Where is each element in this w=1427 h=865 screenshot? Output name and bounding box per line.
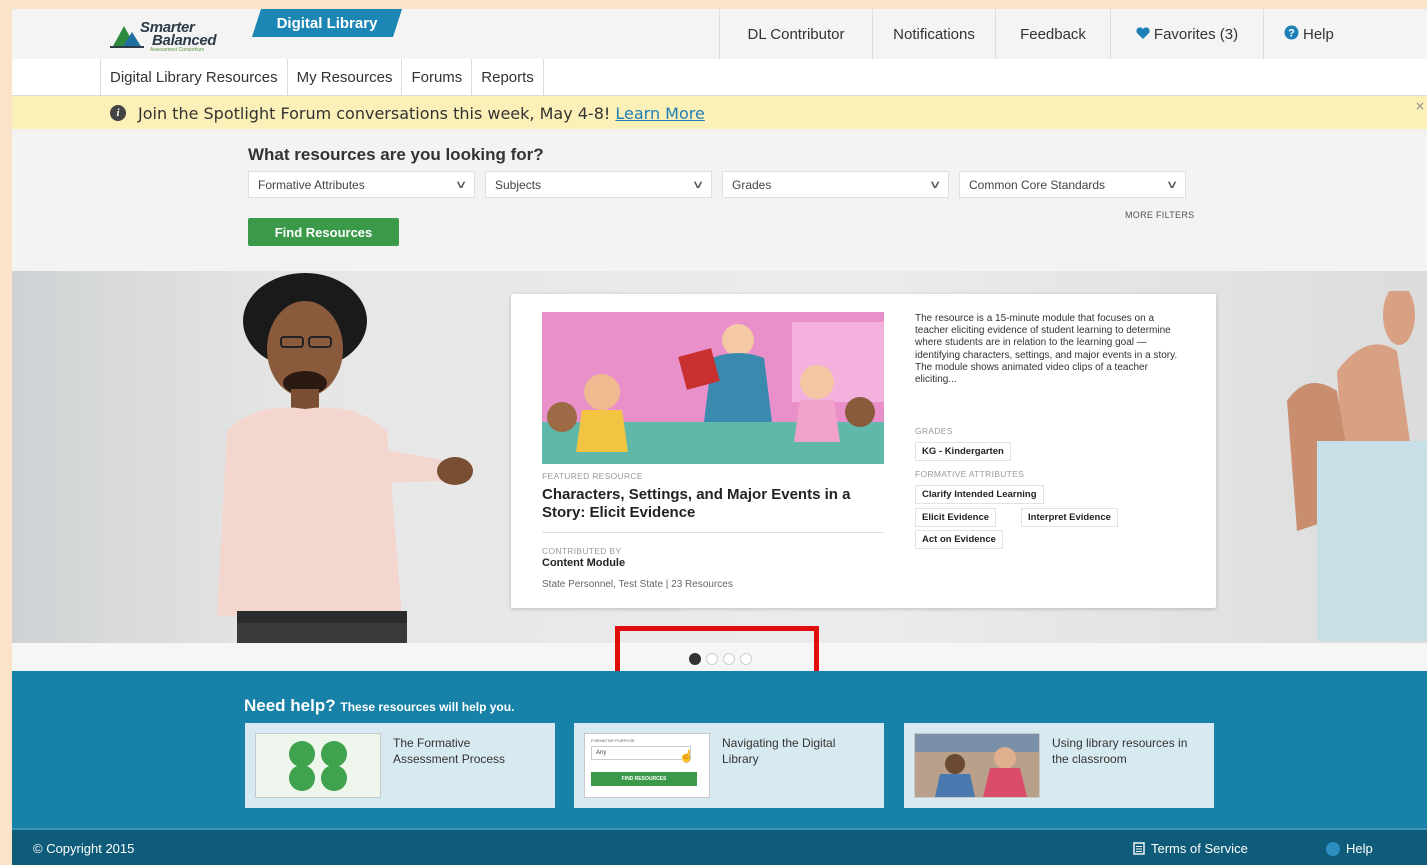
tab-reports[interactable]: Reports (471, 59, 544, 95)
nav-help[interactable]: ? Help (1263, 9, 1427, 59)
subjects-label: Subjects (495, 177, 542, 192)
smarter-balanced-logo[interactable]: Smarter Balanced Assessment Consortium (110, 18, 230, 53)
find-resources-button[interactable]: Find Resources (248, 218, 399, 246)
footer-help-label: Help (1346, 841, 1373, 856)
nav-favorites-label: Favorites (3) (1153, 25, 1239, 43)
divider (542, 532, 884, 533)
search-heading: What resources are you looking for? (248, 145, 544, 164)
top-nav: DL Contributor Notifications Feedback Fa… (719, 9, 1427, 59)
hand-cursor-icon: ☝ (679, 749, 694, 763)
grades-section-label: GRADES (915, 426, 953, 436)
tab-my-resources[interactable]: My Resources (286, 59, 402, 95)
svg-text:?: ? (1288, 27, 1295, 39)
browser-page: Smarter Balanced Assessment Consortium D… (12, 9, 1427, 865)
footer-help-link[interactable]: Help (1326, 841, 1373, 856)
terms-of-service-link[interactable]: Terms of Service (1133, 841, 1248, 856)
help-subtitle: These resources will help you. (340, 700, 515, 714)
help-card-label: Using library resources in the classroom (1052, 736, 1188, 766)
help-card-formative-process[interactable]: The Formative Assessment Process (245, 723, 555, 808)
attribute-tag-act: Act on Evidence (915, 530, 1003, 549)
featured-resource-card[interactable]: FEATURED RESOURCE Characters, Settings, … (511, 294, 1216, 608)
navigation-screenshot-thumbnail: FORMATIVE PURPOSE Any ☝ FIND RESOURCES (584, 733, 710, 798)
attribute-tag-interpret: Interpret Evidence (1021, 508, 1118, 527)
formative-attributes-label: Formative Attributes (258, 177, 365, 192)
teacher-photo (217, 273, 473, 643)
help-section: Need help? These resources will help you… (12, 671, 1427, 828)
help-title: Need help? (244, 696, 336, 715)
common-core-standards-dropdown[interactable]: Common Core Standards ∨ (959, 171, 1186, 198)
grades-label: Grades (732, 177, 772, 192)
attribute-tag-elicit: Elicit Evidence (915, 508, 997, 527)
banner-close-icon[interactable]: × (1415, 99, 1425, 113)
help-card-navigating[interactable]: FORMATIVE PURPOSE Any ☝ FIND RESOURCES N… (574, 723, 884, 808)
clover-diagram-thumbnail (255, 733, 381, 798)
featured-resource-title[interactable]: Characters, Settings, and Major Events i… (542, 486, 887, 522)
formative-attributes-dropdown[interactable]: Formative Attributes ∨ (248, 171, 475, 198)
help-heading: Need help? These resources will help you… (244, 696, 514, 716)
nav-notifications[interactable]: Notifications (872, 9, 995, 59)
filter-row: Formative Attributes ∨ Subjects ∨ Grades… (248, 171, 1186, 198)
chevron-down-icon: ∨ (454, 179, 468, 191)
chevron-down-icon: ∨ (928, 179, 942, 191)
digital-library-tab[interactable]: Digital Library (252, 9, 402, 37)
logo-text-consortium: Assessment Consortium (150, 47, 205, 53)
top-bar: Smarter Balanced Assessment Consortium D… (12, 9, 1427, 60)
copyright-text: © Copyright 2015 (33, 841, 135, 856)
featured-resource-label: FEATURED RESOURCE (542, 471, 643, 481)
featured-resource-description: The resource is a 15-minute module that … (915, 313, 1178, 386)
attribute-tag-clarify: Clarify Intended Learning (915, 485, 1044, 504)
thumb-field-value: Any (591, 746, 691, 760)
help-circle-icon (1326, 841, 1340, 856)
subjects-dropdown[interactable]: Subjects ∨ (485, 171, 712, 198)
nav-feedback-label: Feedback (1020, 25, 1086, 43)
grade-tag: KG - Kindergarten (915, 442, 1011, 461)
secondary-nav: Digital Library Resources My Resources F… (12, 59, 1427, 96)
nav-notifications-label: Notifications (893, 25, 975, 43)
thumb-field-label: FORMATIVE PURPOSE (591, 738, 635, 743)
chevron-down-icon: ∨ (691, 179, 705, 191)
formative-attributes-section-label: FORMATIVE ATTRIBUTES (915, 469, 1025, 479)
tab-digital-library-resources[interactable]: Digital Library Resources (100, 59, 287, 95)
help-circle-icon: ? (1284, 25, 1299, 44)
footer: © Copyright 2015 Terms of Service Help (12, 828, 1427, 865)
contributed-by-label: CONTRIBUTED BY (542, 546, 622, 556)
grades-dropdown[interactable]: Grades ∨ (722, 171, 949, 198)
banner-message: Join the Spotlight Forum conversations t… (138, 104, 705, 123)
info-icon: i (110, 105, 126, 121)
nav-favorites[interactable]: Favorites (3) (1110, 9, 1263, 59)
classroom-photo-thumbnail (914, 733, 1040, 798)
common-core-standards-label: Common Core Standards (969, 177, 1106, 192)
thumb-find-button: FIND RESOURCES (591, 772, 697, 786)
nav-dl-contributor[interactable]: DL Contributor (719, 9, 872, 59)
learn-more-link[interactable]: Learn More (615, 104, 704, 123)
chevron-down-icon: ∨ (1165, 179, 1179, 191)
heart-icon (1136, 26, 1150, 43)
help-card-label: Navigating the Digital Library (722, 736, 836, 766)
nav-help-label: Help (1303, 25, 1334, 43)
announcement-banner: i Join the Spotlight Forum conversations… (12, 96, 1427, 129)
terms-of-service-label: Terms of Service (1151, 841, 1248, 856)
featured-resource-image (542, 312, 884, 464)
logo-triangle-icon (110, 26, 144, 48)
banner-text: Join the Spotlight Forum conversations t… (138, 104, 616, 123)
tab-forums[interactable]: Forums (401, 59, 471, 95)
nav-dl-contributor-label: DL Contributor (747, 25, 845, 43)
contributor-name: Content Module (542, 557, 626, 569)
more-filters-link[interactable]: MORE FILTERS (1125, 210, 1194, 220)
help-card-label: The Formative Assessment Process (393, 736, 506, 766)
help-card-classroom[interactable]: Using library resources in the classroom (904, 723, 1214, 808)
nav-feedback[interactable]: Feedback (995, 9, 1110, 59)
hero-carousel-slide: FEATURED RESOURCE Characters, Settings, … (12, 271, 1427, 643)
document-icon (1133, 842, 1145, 855)
contributor-meta: State Personnel, Test State | 23 Resourc… (542, 579, 733, 590)
